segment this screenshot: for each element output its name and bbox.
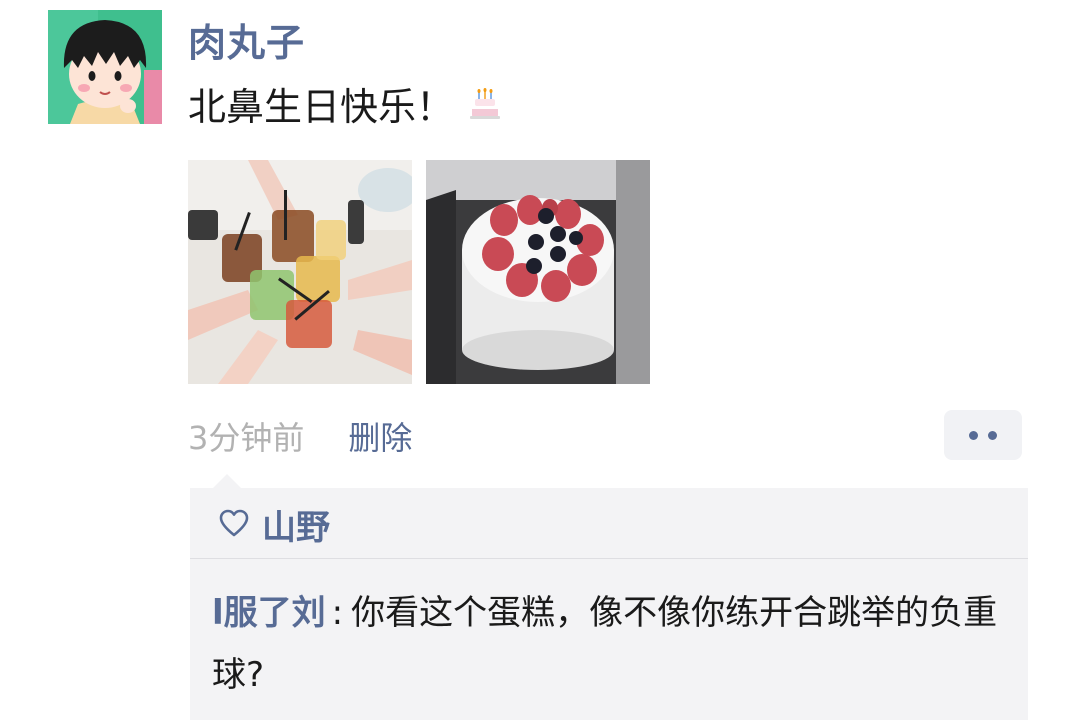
drinks-toast-photo[interactable]	[188, 160, 412, 384]
avatar[interactable]	[48, 10, 162, 124]
comment-item[interactable]: l服了刘: 你看这个蛋糕，像不像你练开合跳举的负重球?	[212, 582, 1012, 706]
comment-author-name[interactable]: l服了刘	[212, 593, 326, 633]
post-meta-row: 3分钟前 删除	[188, 414, 412, 458]
post-author-name[interactable]: 肉丸子	[188, 12, 305, 67]
more-actions-button[interactable]	[944, 410, 1022, 460]
delete-button[interactable]: 删除	[348, 413, 412, 459]
likes-row: 山野	[218, 500, 330, 548]
likes-comments-divider	[190, 558, 1028, 559]
heart-icon	[219, 509, 249, 537]
post-text: 北鼻生日快乐！	[188, 76, 502, 131]
birthday-cake-emoji-icon	[470, 87, 501, 119]
post-text-content: 北鼻生日快乐！	[188, 85, 455, 129]
more-dot-icon	[988, 430, 997, 440]
comment-box-caret	[212, 474, 242, 489]
more-dot-icon	[969, 430, 978, 440]
like-user-name[interactable]: 山野	[262, 500, 330, 549]
strawberry-cake-photo[interactable]	[426, 160, 650, 384]
post-time: 3分钟前	[188, 419, 305, 457]
comment-separator: :	[331, 593, 344, 633]
